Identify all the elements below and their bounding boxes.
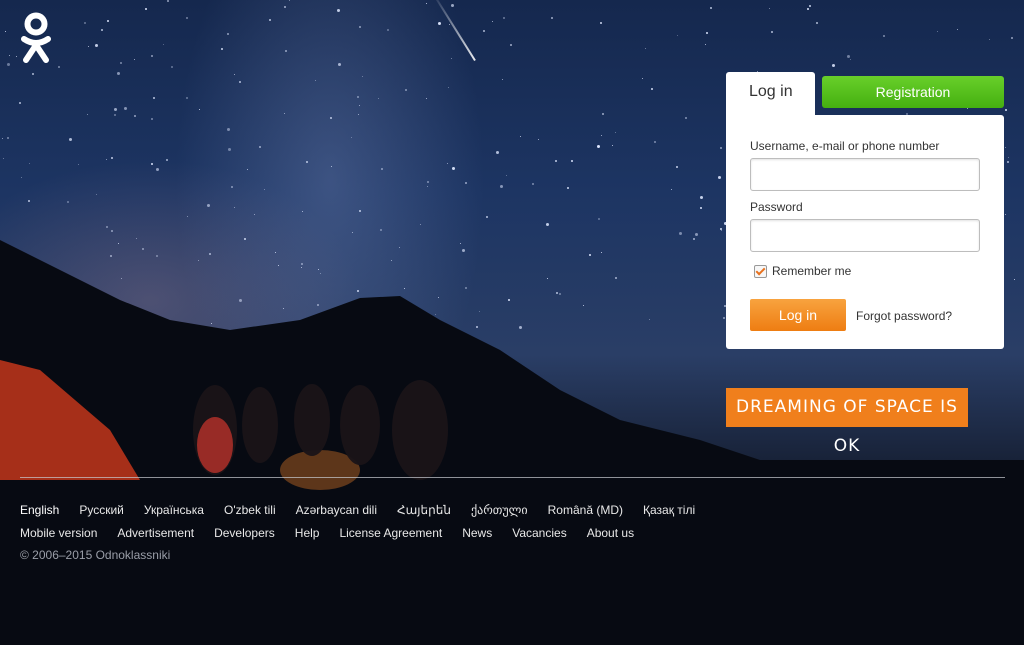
language-list: English Русский Українська O'zbek tili A… xyxy=(20,503,715,517)
login-button[interactable]: Log in xyxy=(750,299,846,331)
language-item[interactable]: Azərbaycan dili xyxy=(296,503,377,517)
footer-link-mobile-version[interactable]: Mobile version xyxy=(20,526,97,540)
login-button-label: Log in xyxy=(778,307,818,323)
password-field[interactable] xyxy=(750,219,980,252)
tab-login-label: Log in xyxy=(749,83,793,100)
copyright-text: © 2006–2015 Odnoklassniki xyxy=(20,548,171,562)
footer-link-license-agreement[interactable]: License Agreement xyxy=(339,526,442,540)
remember-me-label: Remember me xyxy=(772,264,852,278)
language-item[interactable]: Русский xyxy=(79,503,124,517)
footer-links: Mobile version Advertisement Developers … xyxy=(20,526,654,540)
footer-link-vacancies[interactable]: Vacancies xyxy=(512,526,566,540)
tab-registration-label: Registration xyxy=(875,84,951,100)
ok-logo-icon[interactable] xyxy=(20,12,52,66)
footer-link-help[interactable]: Help xyxy=(295,526,320,540)
remember-me-row[interactable]: Remember me xyxy=(754,264,851,278)
language-item[interactable]: Română (MD) xyxy=(548,503,623,517)
tab-login[interactable]: Log in xyxy=(726,72,815,118)
password-label: Password xyxy=(750,200,803,214)
username-field[interactable] xyxy=(750,158,980,191)
remember-me-checkbox[interactable] xyxy=(754,264,767,278)
language-item[interactable]: Қазақ тілі xyxy=(643,503,695,517)
language-item[interactable]: Українська xyxy=(144,503,204,517)
tab-registration[interactable]: Registration xyxy=(822,76,1004,108)
promo-banner[interactable]: DREAMING OF SPACE IS OK xyxy=(726,388,968,456)
footer-link-news[interactable]: News xyxy=(462,526,492,540)
footer-link-advertisement[interactable]: Advertisement xyxy=(117,526,194,540)
login-form-panel: Username, e-mail or phone number Passwor… xyxy=(726,115,1004,349)
language-item[interactable]: English xyxy=(20,503,59,517)
language-item[interactable]: ქართული xyxy=(471,503,528,517)
footer-link-about-us[interactable]: About us xyxy=(587,526,634,540)
language-item[interactable]: Հայերեն xyxy=(397,503,451,517)
forgot-password-link[interactable]: Forgot password? xyxy=(856,309,952,323)
footer-divider xyxy=(20,477,1005,478)
language-item[interactable]: O'zbek tili xyxy=(224,503,276,517)
footer-link-developers[interactable]: Developers xyxy=(214,526,275,540)
username-label: Username, e-mail or phone number xyxy=(750,139,940,153)
